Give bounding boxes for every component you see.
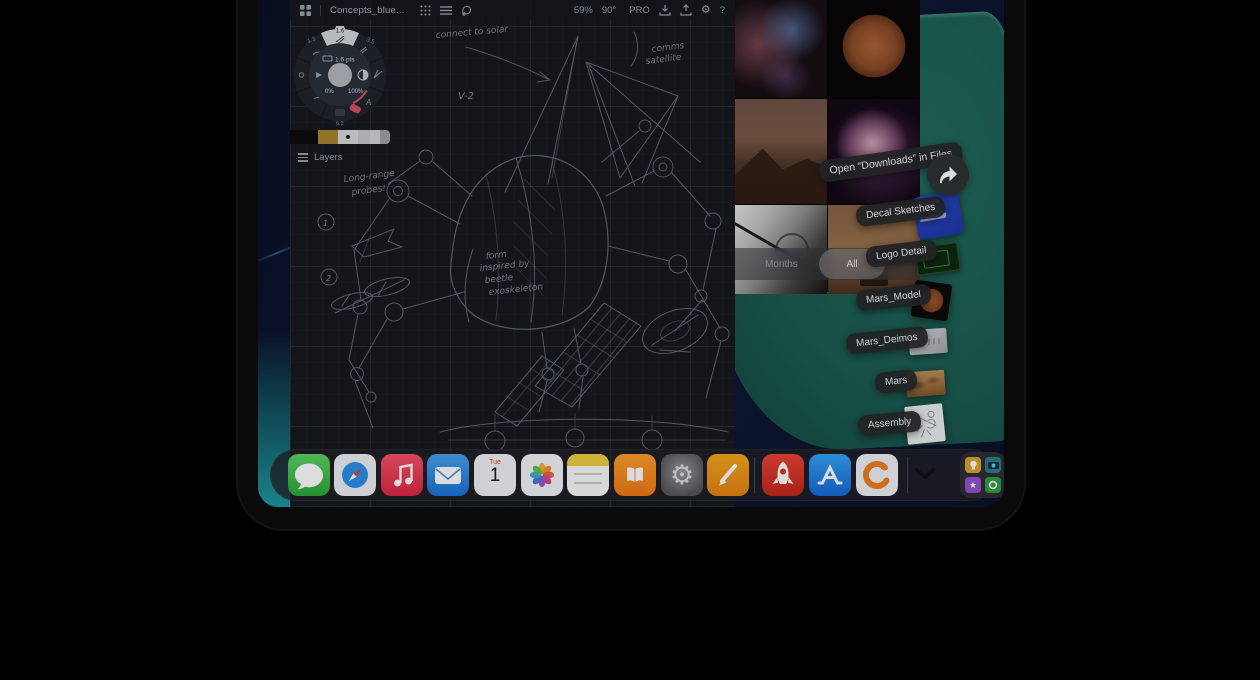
- settings-gear-glyph: ⚙: [670, 462, 694, 489]
- layers-menu-icon[interactable]: [440, 5, 452, 16]
- fill-tool-icon[interactable]: [335, 109, 345, 116]
- concepts-canvas[interactable]: connect to solar comms satellite V-2 Lon…: [290, 0, 735, 507]
- dock-app-music[interactable]: [381, 454, 423, 496]
- active-tool-size-label: 1.6: [336, 29, 345, 35]
- rocket-icon: [762, 454, 804, 496]
- forward-arrow-icon: [937, 165, 959, 185]
- zoom-level[interactable]: 59%: [574, 5, 593, 16]
- dock-app-books[interactable]: [614, 454, 656, 496]
- chevron-down-icon[interactable]: [913, 464, 937, 484]
- dock-app-notes[interactable]: [567, 454, 609, 496]
- swatch-gray-1[interactable]: [358, 130, 370, 144]
- mini-camera-icon: [985, 457, 1001, 473]
- dock-app-appstore[interactable]: [809, 454, 851, 496]
- segment-months[interactable]: Months: [765, 259, 798, 270]
- messages-bubble-icon: [288, 454, 330, 496]
- ipad-screen: connect to solar comms satellite V-2 Lon…: [258, 0, 1004, 507]
- dock-app-settings[interactable]: ⚙: [661, 454, 703, 496]
- opacity-max-label: 100%: [348, 89, 364, 95]
- layers-button[interactable]: Layers: [298, 151, 343, 164]
- concepts-c-icon: [856, 454, 898, 496]
- dock-divider-2: [907, 457, 908, 493]
- document-title[interactable]: Concepts_blue...: [330, 5, 405, 16]
- photo-mars-globe[interactable]: [828, 0, 920, 98]
- import-icon[interactable]: [659, 4, 671, 16]
- color-palette[interactable]: [290, 130, 390, 144]
- annotation-connect: connect to solar: [435, 25, 509, 41]
- rotation-value[interactable]: 90°: [602, 5, 616, 16]
- pro-badge[interactable]: PRO: [629, 5, 650, 16]
- appstore-a-icon: [809, 454, 851, 496]
- export-share-icon[interactable]: [680, 4, 692, 16]
- toolbar-divider: [320, 5, 321, 16]
- marketing-stage: connect to solar comms satellite V-2 Lon…: [0, 0, 1260, 680]
- help-button[interactable]: ?: [720, 5, 725, 16]
- swatch-gray-2[interactable]: [370, 130, 380, 144]
- calendar-day: 1: [474, 466, 516, 486]
- dock-app-library[interactable]: ★: [960, 452, 1004, 498]
- annotation-note-1: form: [485, 250, 507, 262]
- stroke-size-readout: 1.6 pts: [335, 57, 355, 64]
- dock-divider-1: [754, 457, 755, 493]
- bottom-tool-size: 6.3: [336, 121, 344, 126]
- concepts-toolbar: Concepts_blue... 59% 90° PRO: [290, 0, 735, 20]
- pages-pen-icon: [707, 454, 749, 496]
- annotation-probes-1: Long-range: [343, 169, 396, 185]
- gallery-icon[interactable]: [300, 5, 311, 16]
- annotation-comms-2: satellite: [645, 53, 682, 67]
- dock-app-rocket[interactable]: [762, 454, 804, 496]
- layers-menu-icon: [298, 151, 308, 164]
- dock-app-photos[interactable]: [521, 454, 563, 496]
- books-book-icon: [620, 460, 650, 490]
- color-preview[interactable]: [328, 63, 352, 87]
- text-tool-icon[interactable]: A: [365, 98, 371, 107]
- precision-grid-icon[interactable]: [420, 5, 431, 16]
- dock-app-mail[interactable]: [427, 454, 469, 496]
- drag-share-badge: [927, 154, 969, 196]
- dock-app-calendar[interactable]: Tue 1: [474, 454, 516, 496]
- photo-horsehead-nebula[interactable]: [735, 0, 827, 98]
- hill-silhouette: [735, 141, 827, 204]
- mini-lightbulb-icon: [965, 457, 981, 473]
- swatch-white-selected[interactable]: [338, 130, 358, 144]
- dock-app-safari[interactable]: [334, 454, 376, 496]
- mail-envelope-icon: [427, 454, 469, 496]
- swatch-gray-3[interactable]: [380, 130, 390, 144]
- dock-app-messages[interactable]: [288, 454, 330, 496]
- mini-ring-icon: [985, 477, 1001, 493]
- dock: Tue 1 ⚙: [270, 449, 997, 501]
- photo-mars-hills[interactable]: [735, 99, 827, 204]
- photos-flower-icon: [525, 458, 559, 492]
- annotation-probes-2: probes!: [350, 184, 386, 198]
- annotation-version: V-2: [458, 91, 474, 102]
- safari-compass-icon: [338, 458, 372, 492]
- settings-gear-icon[interactable]: ⚙: [701, 5, 711, 16]
- dock-app-pages[interactable]: [707, 454, 749, 496]
- selection-tool-icon[interactable]: [461, 5, 472, 16]
- dock-app-concepts[interactable]: [856, 454, 898, 496]
- tool-wheel[interactable]: 1.6 A 1.3 3.5 1.6 pts: [292, 26, 388, 126]
- annotation-note-3: beetle: [484, 273, 514, 286]
- annotation-marker-1: 1: [323, 219, 328, 228]
- notes-band: [567, 454, 609, 466]
- swatch-gold[interactable]: [318, 130, 338, 144]
- annotation-marker-2: 2: [326, 274, 331, 283]
- music-note-icon: [381, 454, 423, 496]
- opacity-min-label: 0%: [325, 89, 334, 95]
- mini-star-icon: ★: [965, 477, 981, 493]
- layers-label: Layers: [314, 152, 343, 163]
- swatch-black[interactable]: [290, 130, 318, 144]
